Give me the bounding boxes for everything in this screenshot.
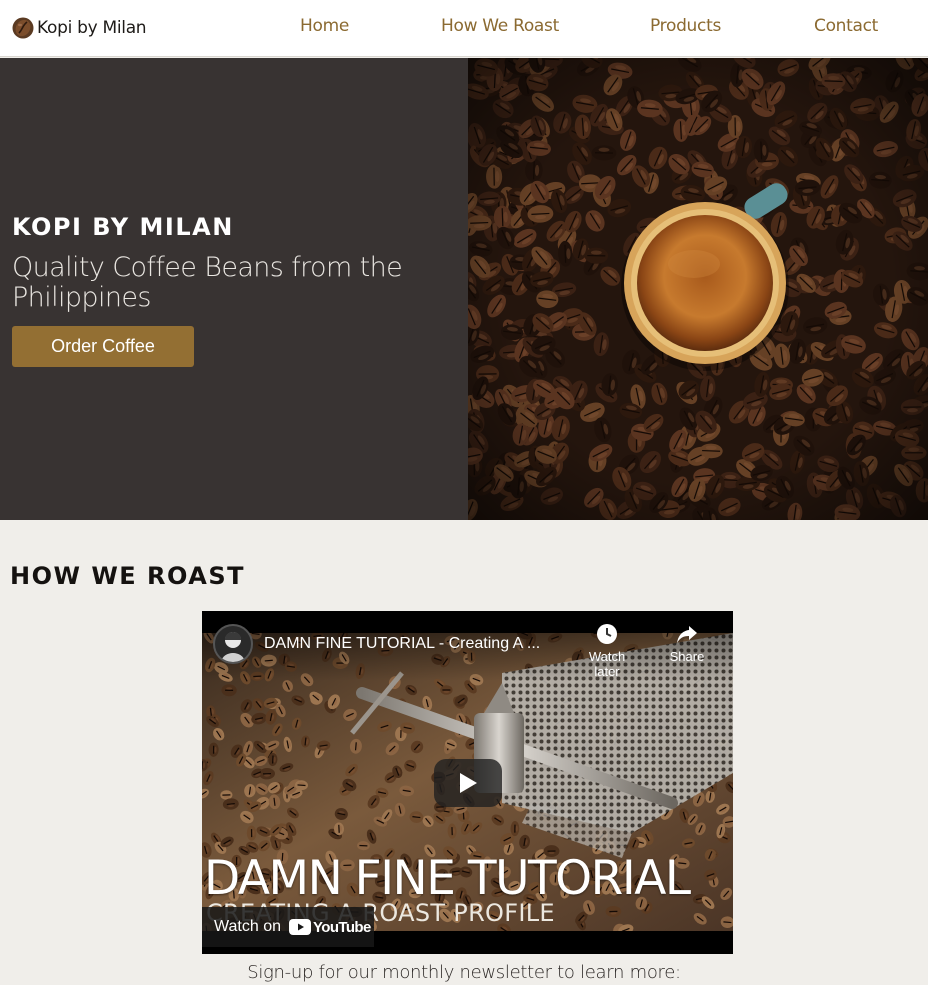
share-arrow-icon <box>677 626 697 643</box>
brand-name: Kopi by Milan <box>37 18 147 38</box>
brand[interactable]: Kopi by Milan <box>12 14 147 42</box>
hero-subtitle: Quality Coffee Beans from the Philippine… <box>12 252 403 313</box>
video-title[interactable]: DAMN FINE TUTORIAL - Creating A ... <box>264 635 540 653</box>
youtube-logo: YouTube <box>289 919 371 936</box>
watch-later-label: Watch later <box>588 649 626 679</box>
clock-icon <box>597 624 617 644</box>
nav-link-how-we-roast[interactable]: How We Roast <box>441 16 559 36</box>
video-overlay-title: DAMN FINE TUTORIAL <box>204 851 691 906</box>
coffee-beans-photo <box>468 58 928 520</box>
watch-on-label: Watch on <box>214 918 281 935</box>
section-heading-how-we-roast: HOW WE ROAST <box>10 562 246 590</box>
channel-avatar[interactable] <box>213 624 253 664</box>
coffee-bean-logo-icon <box>12 17 34 39</box>
order-coffee-button[interactable]: Order Coffee <box>12 326 194 367</box>
share-button[interactable]: Share <box>657 623 717 664</box>
youtube-video-embed[interactable]: DAMN FINE TUTORIAL - Creating A ... Watc… <box>202 611 733 954</box>
play-button[interactable] <box>434 759 502 807</box>
share-label: Share <box>669 649 705 664</box>
watch-on-youtube-button[interactable]: Watch on YouTube <box>202 907 374 947</box>
hero-coffee-image <box>468 58 928 520</box>
newsletter-prompt: Sign-up for our monthly newsletter to le… <box>247 962 681 983</box>
nav-link-products[interactable]: Products <box>650 16 721 36</box>
navbar: Kopi by Milan Home How We Roast Products… <box>0 0 928 57</box>
watch-later-button[interactable]: Watch later <box>577 623 637 679</box>
play-icon <box>460 773 477 793</box>
youtube-play-logo-icon <box>289 919 311 935</box>
youtube-wordmark: YouTube <box>313 918 371 936</box>
nav-link-contact[interactable]: Contact <box>814 16 878 36</box>
nav-link-home[interactable]: Home <box>300 16 349 36</box>
hero-title: KOPI BY MILAN <box>12 213 234 241</box>
